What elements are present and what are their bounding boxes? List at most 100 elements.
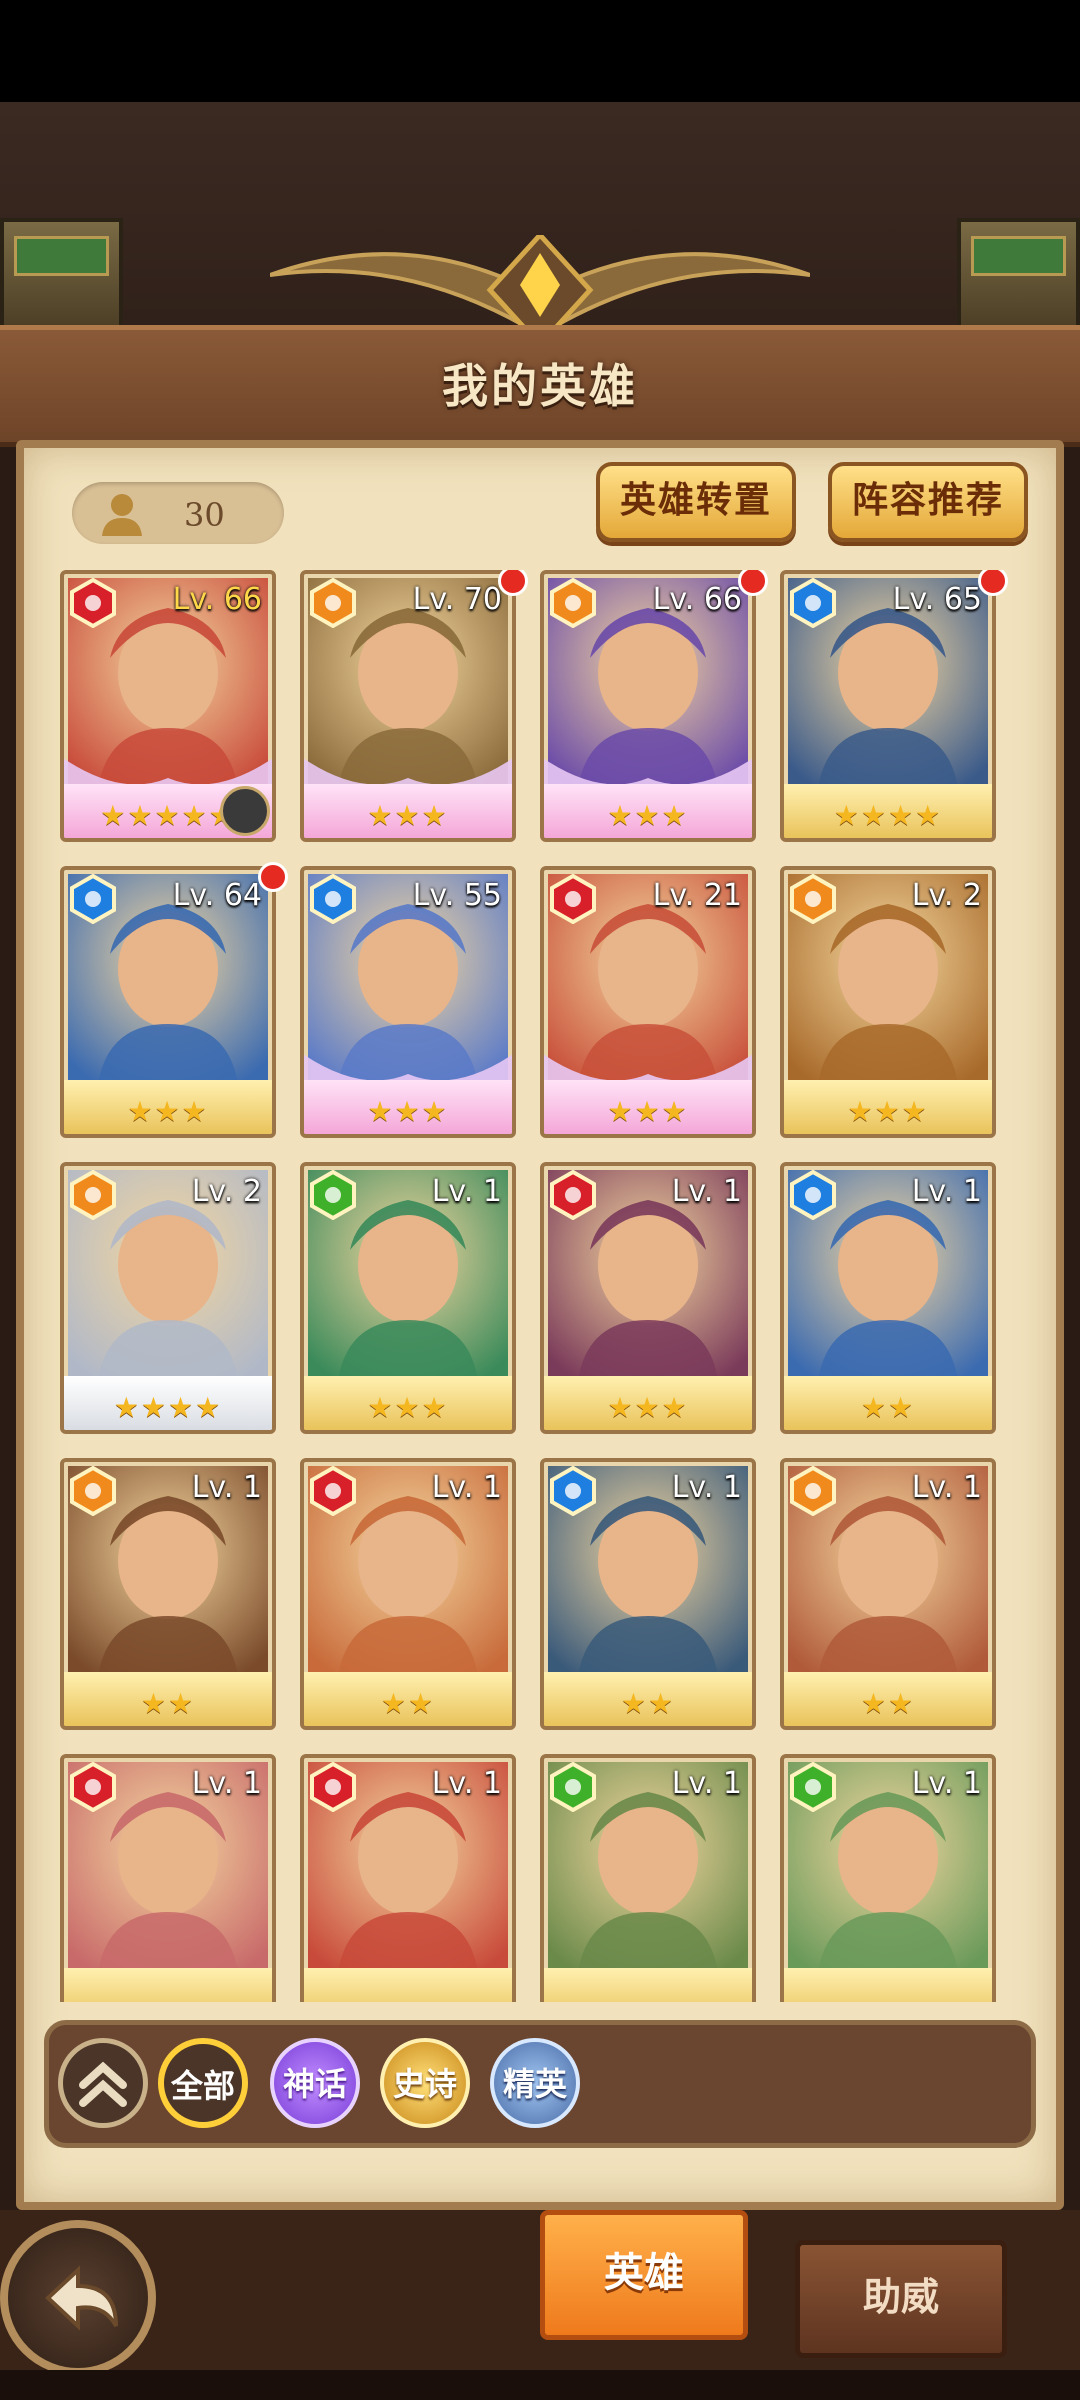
hero-grid: Lv. 66 ★★★★★ Lv. 70 ★★★ Lv. 66 ★★★ Lv. 65 ★★★★ L… (60, 570, 1020, 2002)
back-arrow-icon (45, 2265, 118, 2331)
hero-stars: ★★ (140, 1687, 196, 1720)
water-element-icon (790, 1170, 836, 1220)
hero-card[interactable]: Lv. 64 ★★★ (60, 866, 276, 1138)
hero-level: Lv. 1 (431, 1174, 502, 1209)
hero-level: Lv. 66 (652, 582, 742, 617)
hero-stars: ★★ (860, 1391, 916, 1424)
hero-level: Lv. 64 (172, 878, 262, 913)
lineup-recommend-button[interactable]: 阵容推荐 (828, 462, 1028, 542)
back-button[interactable] (0, 2220, 156, 2376)
earth-element-icon (550, 578, 596, 628)
hero-level: Lv. 2 (911, 878, 982, 913)
hero-card[interactable]: Lv. 66 ★★★ (540, 570, 756, 842)
hero-card[interactable]: Lv. 1 ★★★ (300, 1162, 516, 1434)
earth-element-icon (790, 1466, 836, 1516)
fire-element-icon (550, 1170, 596, 1220)
hero-card[interactable]: Lv. 1 ★★ (540, 1458, 756, 1730)
hero-stars: ★★★★ (113, 1391, 223, 1424)
hero-card[interactable]: Lv. 66 ★★★★★ (60, 570, 276, 842)
hero-stars: ★★★ (607, 799, 689, 832)
hero-level: Lv. 1 (671, 1470, 742, 1505)
earth-element-icon (70, 1170, 116, 1220)
hero-card[interactable]: Lv. 1 (60, 1754, 276, 2002)
collapse-filter-button[interactable] (58, 2038, 148, 2128)
hero-level: Lv. 1 (191, 1470, 262, 1505)
page-title: 我的英雄 (442, 359, 638, 413)
hero-card[interactable]: Lv. 2 ★★★ (780, 866, 996, 1138)
hero-card[interactable]: Lv. 65 ★★★★ (780, 570, 996, 842)
filter-mythic-button[interactable]: 神话 (270, 2038, 360, 2128)
water-element-icon (70, 874, 116, 924)
hero-card-footer (304, 1968, 512, 2002)
notification-dot (978, 570, 1008, 596)
hero-stars: ★★★ (367, 1095, 449, 1128)
nature-element-icon (790, 1762, 836, 1812)
person-icon (102, 494, 142, 536)
hero-card-footer (784, 1968, 992, 2002)
fire-element-icon (310, 1466, 356, 1516)
hero-stars: ★★ (380, 1687, 436, 1720)
status-bar (0, 0, 1080, 102)
hero-card[interactable]: Lv. 1 (300, 1754, 516, 2002)
hero-card[interactable]: Lv. 70 ★★★ (300, 570, 516, 842)
hero-card[interactable]: Lv. 21 ★★★ (540, 866, 756, 1138)
hero-card[interactable]: Lv. 1 (780, 1754, 996, 2002)
hero-level: Lv. 1 (191, 1766, 262, 1801)
hero-stars: ★★ (860, 1687, 916, 1720)
hero-level: Lv. 66 (172, 582, 262, 617)
earth-element-icon (310, 578, 356, 628)
earth-element-icon (70, 1466, 116, 1516)
notification-dot (498, 570, 528, 596)
hero-card[interactable]: Lv. 55 ★★★ (300, 866, 516, 1138)
hero-stars: ★★★ (607, 1391, 689, 1424)
hero-stars: ★★ (620, 1687, 676, 1720)
hero-level: Lv. 55 (412, 878, 502, 913)
filter-all-button[interactable]: 全部 (158, 2038, 248, 2128)
hero-stars: ★★★ (127, 1095, 209, 1128)
left-pillar-decoration (0, 218, 123, 336)
filter-elite-button[interactable]: 精英 (490, 2038, 580, 2128)
filter-epic-button[interactable]: 史诗 (380, 2038, 470, 2128)
hero-level: Lv. 21 (652, 878, 742, 913)
hero-level: Lv. 1 (671, 1766, 742, 1801)
right-pillar-decoration (957, 218, 1080, 336)
hero-stars: ★★★ (367, 799, 449, 832)
notification-dot (258, 862, 288, 892)
water-element-icon (790, 578, 836, 628)
fire-element-icon (70, 1762, 116, 1812)
hero-stars: ★★★ (847, 1095, 929, 1128)
hero-card-footer (64, 1968, 272, 2002)
hero-level: Lv. 1 (911, 1470, 982, 1505)
hero-card[interactable]: Lv. 1 ★★ (60, 1458, 276, 1730)
hero-level: Lv. 1 (911, 1766, 982, 1801)
notification-dot (738, 570, 768, 596)
water-element-icon (550, 1466, 596, 1516)
hero-stars: ★★★ (607, 1095, 689, 1128)
hero-count-badge: 30 (72, 482, 284, 544)
hero-level: Lv. 70 (412, 582, 502, 617)
tab-hero[interactable]: 英雄 (540, 2210, 748, 2340)
nature-element-icon (310, 1170, 356, 1220)
hero-stars: ★★★ (367, 1391, 449, 1424)
nature-element-icon (550, 1762, 596, 1812)
hero-count-value: 30 (184, 496, 225, 534)
hero-stars: ★★★★ (833, 799, 943, 832)
fire-element-icon (310, 1762, 356, 1812)
hero-card[interactable]: Lv. 2 ★★★★ (60, 1162, 276, 1434)
hero-level: Lv. 1 (431, 1766, 502, 1801)
hero-level: Lv. 1 (911, 1174, 982, 1209)
earth-element-icon (790, 874, 836, 924)
clock-icon (220, 786, 270, 836)
hero-card[interactable]: Lv. 1 ★★ (780, 1458, 996, 1730)
hero-card[interactable]: Lv. 1 ★★ (300, 1458, 516, 1730)
hero-card[interactable]: Lv. 1 ★★★ (540, 1162, 756, 1434)
hero-transfer-button[interactable]: 英雄转置 (596, 462, 796, 542)
hero-card[interactable]: Lv. 1 ★★ (780, 1162, 996, 1434)
water-element-icon (310, 874, 356, 924)
fire-element-icon (550, 874, 596, 924)
hero-level: Lv. 1 (431, 1470, 502, 1505)
hero-card[interactable]: Lv. 1 (540, 1754, 756, 2002)
tab-assist[interactable]: 助威 (795, 2240, 1007, 2358)
bottom-edge (0, 2370, 1080, 2400)
double-chevron-up-icon (79, 2061, 127, 2107)
